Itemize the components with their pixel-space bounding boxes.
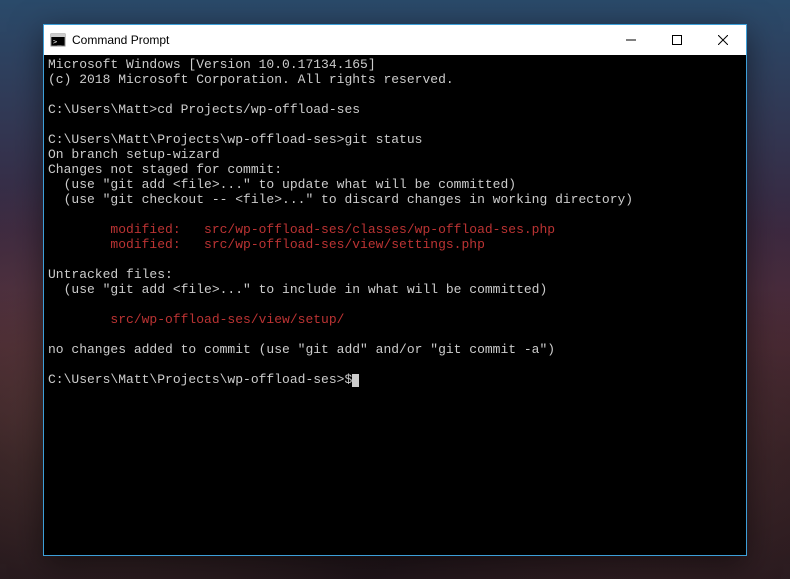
terminal-line: (use "git checkout -- <file>..." to disc…	[48, 192, 742, 207]
terminal-output[interactable]: Microsoft Windows [Version 10.0.17134.16…	[44, 55, 746, 555]
cmd-icon: >_	[50, 32, 66, 48]
terminal-line	[48, 357, 742, 372]
terminal-line: (use "git add <file>..." to include in w…	[48, 282, 742, 297]
maximize-button[interactable]	[654, 25, 700, 55]
git-status-red-line: src/wp-offload-ses/view/setup/	[48, 312, 742, 327]
minimize-button[interactable]	[608, 25, 654, 55]
window-controls	[608, 25, 746, 55]
close-button[interactable]	[700, 25, 746, 55]
svg-text:>_: >_	[53, 38, 62, 46]
terminal-line: Changes not staged for commit:	[48, 162, 742, 177]
terminal-line	[48, 87, 742, 102]
terminal-prompt[interactable]: C:\Users\Matt\Projects\wp-offload-ses>$	[48, 372, 742, 387]
cursor	[352, 374, 359, 387]
git-status-red-line: modified: src/wp-offload-ses/classes/wp-…	[48, 222, 742, 237]
terminal-line	[48, 297, 742, 312]
terminal-line	[48, 117, 742, 132]
terminal-line: (use "git add <file>..." to update what …	[48, 177, 742, 192]
terminal-line: On branch setup-wizard	[48, 147, 742, 162]
terminal-line	[48, 327, 742, 342]
terminal-line: Microsoft Windows [Version 10.0.17134.16…	[48, 57, 742, 72]
terminal-line: C:\Users\Matt\Projects\wp-offload-ses>gi…	[48, 132, 742, 147]
terminal-line: (c) 2018 Microsoft Corporation. All righ…	[48, 72, 742, 87]
git-status-red-line: modified: src/wp-offload-ses/view/settin…	[48, 237, 742, 252]
terminal-line: Untracked files:	[48, 267, 742, 282]
terminal-line: no changes added to commit (use "git add…	[48, 342, 742, 357]
titlebar[interactable]: >_ Command Prompt	[44, 25, 746, 55]
command-prompt-window: >_ Command Prompt Microsoft Windows [Ver…	[43, 24, 747, 556]
terminal-line	[48, 252, 742, 267]
window-title: Command Prompt	[72, 33, 169, 47]
terminal-line	[48, 207, 742, 222]
terminal-line: C:\Users\Matt>cd Projects/wp-offload-ses	[48, 102, 742, 117]
